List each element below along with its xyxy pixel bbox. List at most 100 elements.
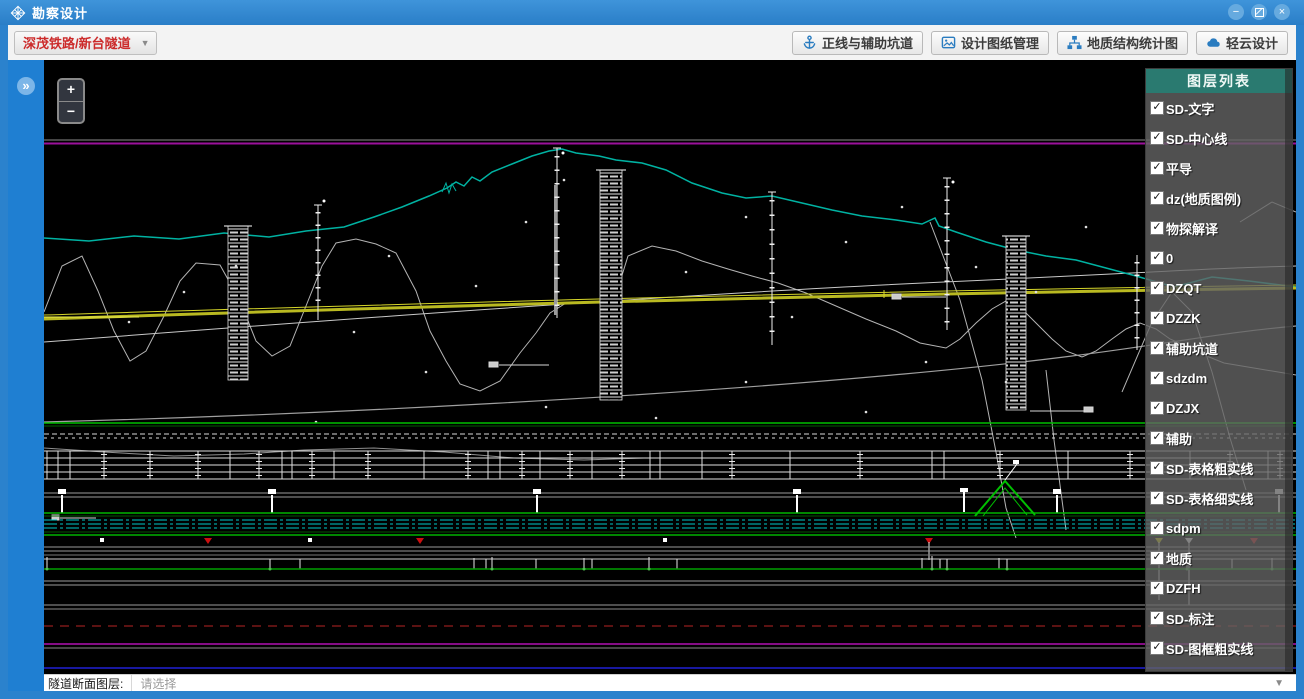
- layer-label: 平导: [1166, 159, 1192, 178]
- project-selector-label: 深茂铁路/新台隧道: [23, 33, 131, 52]
- tunnel-section-layer-select[interactable]: 请选择 ▼: [131, 675, 1296, 691]
- layer-item[interactable]: ✓dz(小拉装图): [1146, 663, 1292, 672]
- layer-item[interactable]: ✓sdpm: [1146, 513, 1292, 543]
- layer-label: 地质: [1166, 549, 1192, 568]
- layer-item[interactable]: ✓0: [1146, 243, 1292, 273]
- layer-checkbox[interactable]: ✓: [1150, 401, 1164, 415]
- zoom-out-button[interactable]: −: [59, 102, 83, 123]
- project-selector[interactable]: 深茂铁路/新台隧道 ▼: [14, 31, 157, 55]
- layer-checkbox[interactable]: ✓: [1150, 641, 1164, 655]
- layer-item[interactable]: ✓SD-表格粗实线: [1146, 453, 1292, 483]
- layer-label: 物探解译: [1166, 219, 1218, 238]
- layer-item[interactable]: ✓sdzdm: [1146, 363, 1292, 393]
- layer-panel: 图层列表 ✓SD-文字✓SD-中心线✓平导✓dz(地质图例)✓物探解译✓0✓DZ…: [1145, 68, 1293, 672]
- tunnel-section-layer-label: 隧道断面图层:: [44, 675, 131, 692]
- button-label: 设计图纸管理: [961, 33, 1039, 52]
- layer-item[interactable]: ✓SD-标注: [1146, 603, 1292, 633]
- layer-item[interactable]: ✓dz(地质图例): [1146, 183, 1292, 213]
- layer-label: 0: [1166, 251, 1173, 266]
- drawing-sheet-icon: [941, 35, 956, 50]
- left-collapsed-panel: »: [8, 60, 44, 691]
- layer-checkbox[interactable]: ✓: [1150, 671, 1164, 672]
- layer-checkbox[interactable]: ✓: [1150, 491, 1164, 505]
- layer-checkbox[interactable]: ✓: [1150, 521, 1164, 535]
- layer-label: SD-图框粗实线: [1166, 639, 1253, 658]
- app-logo-icon: [10, 5, 26, 21]
- zoom-control: + −: [57, 78, 85, 124]
- layer-checkbox[interactable]: ✓: [1150, 611, 1164, 625]
- layer-item[interactable]: ✓地质: [1146, 543, 1292, 573]
- layer-item[interactable]: ✓DZQT: [1146, 273, 1292, 303]
- cloud-icon: [1206, 35, 1221, 50]
- title-bar: 勘察设计 − ×: [0, 0, 1304, 25]
- light-cloud-design-button[interactable]: 轻云设计: [1196, 31, 1288, 55]
- layer-label: dz(小拉装图): [1166, 669, 1241, 673]
- layer-label: sdzdm: [1166, 371, 1207, 386]
- layer-label: dz(地质图例): [1166, 189, 1241, 208]
- layer-checkbox[interactable]: ✓: [1150, 551, 1164, 565]
- layer-label: SD-表格粗实线: [1166, 459, 1253, 478]
- caret-down-icon: ▼: [141, 38, 150, 48]
- layer-checkbox[interactable]: ✓: [1150, 131, 1164, 145]
- mainline-aux-tunnel-button[interactable]: 正线与辅助坑道: [792, 31, 923, 55]
- layer-label: SD-标注: [1166, 609, 1214, 628]
- layer-checkbox[interactable]: ✓: [1150, 311, 1164, 325]
- layer-label: DZJX: [1166, 401, 1199, 416]
- bottom-bar: 隧道断面图层: 请选择 ▼: [44, 674, 1296, 691]
- layer-checkbox[interactable]: ✓: [1150, 341, 1164, 355]
- button-label: 地质结构统计图: [1087, 33, 1178, 52]
- geology-structure-chart-button[interactable]: 地质结构统计图: [1057, 31, 1188, 55]
- layer-list: ✓SD-文字✓SD-中心线✓平导✓dz(地质图例)✓物探解译✓0✓DZQT✓DZ…: [1146, 93, 1292, 672]
- layer-item[interactable]: ✓SD-文字: [1146, 93, 1292, 123]
- layer-label: DZZK: [1166, 311, 1201, 326]
- layer-label: DZFH: [1166, 581, 1201, 596]
- layer-item[interactable]: ✓辅助坑道: [1146, 333, 1292, 363]
- button-label: 正线与辅助坑道: [822, 33, 913, 52]
- design-sheet-manage-button[interactable]: 设计图纸管理: [931, 31, 1049, 55]
- layer-item[interactable]: ✓平导: [1146, 153, 1292, 183]
- layer-checkbox[interactable]: ✓: [1150, 161, 1164, 175]
- layer-item[interactable]: ✓DZFH: [1146, 573, 1292, 603]
- layer-checkbox[interactable]: ✓: [1150, 251, 1164, 265]
- layer-label: SD-中心线: [1166, 129, 1227, 148]
- layer-panel-title: 图层列表: [1146, 69, 1292, 93]
- layer-item[interactable]: ✓SD-表格细实线: [1146, 483, 1292, 513]
- layer-item[interactable]: ✓DZZK: [1146, 303, 1292, 333]
- layer-checkbox[interactable]: ✓: [1150, 431, 1164, 445]
- layer-checkbox[interactable]: ✓: [1150, 191, 1164, 205]
- layer-item[interactable]: ✓SD-中心线: [1146, 123, 1292, 153]
- layer-checkbox[interactable]: ✓: [1150, 461, 1164, 475]
- layer-label: SD-文字: [1166, 99, 1214, 118]
- layer-label: DZQT: [1166, 281, 1201, 296]
- layer-checkbox[interactable]: ✓: [1150, 371, 1164, 385]
- button-label: 轻云设计: [1226, 33, 1278, 52]
- layer-panel-scrollbar[interactable]: [1285, 69, 1292, 671]
- caret-down-icon: ▼: [1274, 678, 1284, 689]
- layer-label: 辅助: [1166, 429, 1192, 448]
- app-window: 勘察设计 − × 深茂铁路/新台隧道 ▼ 正线与辅助坑道 设计图纸管理 地质结构…: [0, 0, 1304, 699]
- layer-checkbox[interactable]: ✓: [1150, 281, 1164, 295]
- anchor-icon: [802, 35, 817, 50]
- layer-checkbox[interactable]: ✓: [1150, 101, 1164, 115]
- layer-item[interactable]: ✓辅助: [1146, 423, 1292, 453]
- cad-canvas[interactable]: + −: [44, 60, 1296, 674]
- layer-label: 辅助坑道: [1166, 339, 1218, 358]
- layer-label: SD-表格细实线: [1166, 489, 1253, 508]
- layer-item[interactable]: ✓DZJX: [1146, 393, 1292, 423]
- layer-label: sdpm: [1166, 521, 1201, 536]
- maximize-button[interactable]: [1251, 4, 1267, 20]
- expand-panel-button[interactable]: »: [17, 77, 35, 95]
- app-title: 勘察设计: [32, 3, 88, 22]
- zoom-in-button[interactable]: +: [59, 80, 83, 102]
- toolbar: 深茂铁路/新台隧道 ▼ 正线与辅助坑道 设计图纸管理 地质结构统计图 轻云设计: [8, 25, 1296, 61]
- close-button[interactable]: ×: [1274, 4, 1290, 20]
- sitemap-icon: [1067, 35, 1082, 50]
- layer-item[interactable]: ✓物探解译: [1146, 213, 1292, 243]
- maximize-icon: [1255, 8, 1264, 17]
- layer-checkbox[interactable]: ✓: [1150, 581, 1164, 595]
- minimize-button[interactable]: −: [1228, 4, 1244, 20]
- geological-section-drawing: [44, 60, 1296, 674]
- select-placeholder: 请选择: [140, 675, 176, 692]
- layer-checkbox[interactable]: ✓: [1150, 221, 1164, 235]
- layer-item[interactable]: ✓SD-图框粗实线: [1146, 633, 1292, 663]
